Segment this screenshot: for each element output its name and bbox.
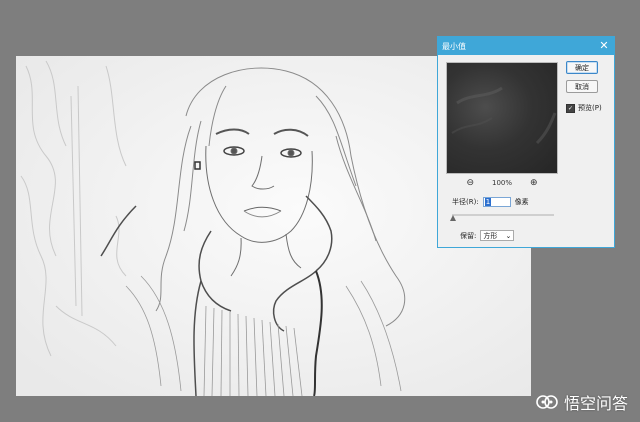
radius-slider[interactable]: [450, 214, 554, 221]
wukong-logo-icon: [536, 395, 558, 409]
radius-row: 半径(R): 1 像素: [452, 197, 529, 207]
zoom-in-icon[interactable]: ⊕: [530, 178, 538, 188]
watermark-text: 悟空问答: [563, 394, 628, 413]
radius-value: 1: [484, 198, 492, 206]
radius-label: 半径(R):: [452, 198, 479, 206]
preserve-label: 保留:: [460, 231, 477, 240]
minimum-filter-dialog: 最小值 ✕ 确定 取消 ✓ 预览(P) ⊖ 100% ⊕ 半径(R): 1 像素…: [437, 36, 615, 248]
filter-preview-window[interactable]: [446, 62, 558, 174]
zoom-level: 100%: [491, 179, 512, 187]
preview-label: 预览(P): [578, 104, 602, 112]
preview-checkbox-row[interactable]: ✓ 预览(P): [566, 103, 602, 113]
preserve-select[interactable]: 方形 ⌄: [480, 230, 515, 241]
preview-checkbox[interactable]: ✓: [566, 103, 575, 113]
zoom-controls: ⊖ 100% ⊕: [446, 178, 558, 188]
dialog-titlebar[interactable]: 最小值 ✕: [438, 37, 614, 55]
preview-texture: [451, 86, 557, 145]
dialog-title: 最小值: [442, 41, 466, 51]
radius-unit: 像素: [514, 198, 529, 206]
watermark: 悟空问答: [535, 390, 628, 414]
radius-input[interactable]: 1: [482, 197, 511, 207]
ok-button[interactable]: 确定: [566, 61, 598, 74]
zoom-out-icon[interactable]: ⊖: [466, 178, 474, 188]
cancel-button[interactable]: 取消: [566, 80, 598, 93]
slider-thumb[interactable]: [450, 215, 456, 221]
preserve-value: 方形: [483, 231, 498, 240]
preserve-row: 保留: 方形 ⌄: [460, 230, 515, 241]
close-icon[interactable]: ✕: [597, 38, 611, 52]
chevron-down-icon: ⌄: [505, 231, 512, 240]
